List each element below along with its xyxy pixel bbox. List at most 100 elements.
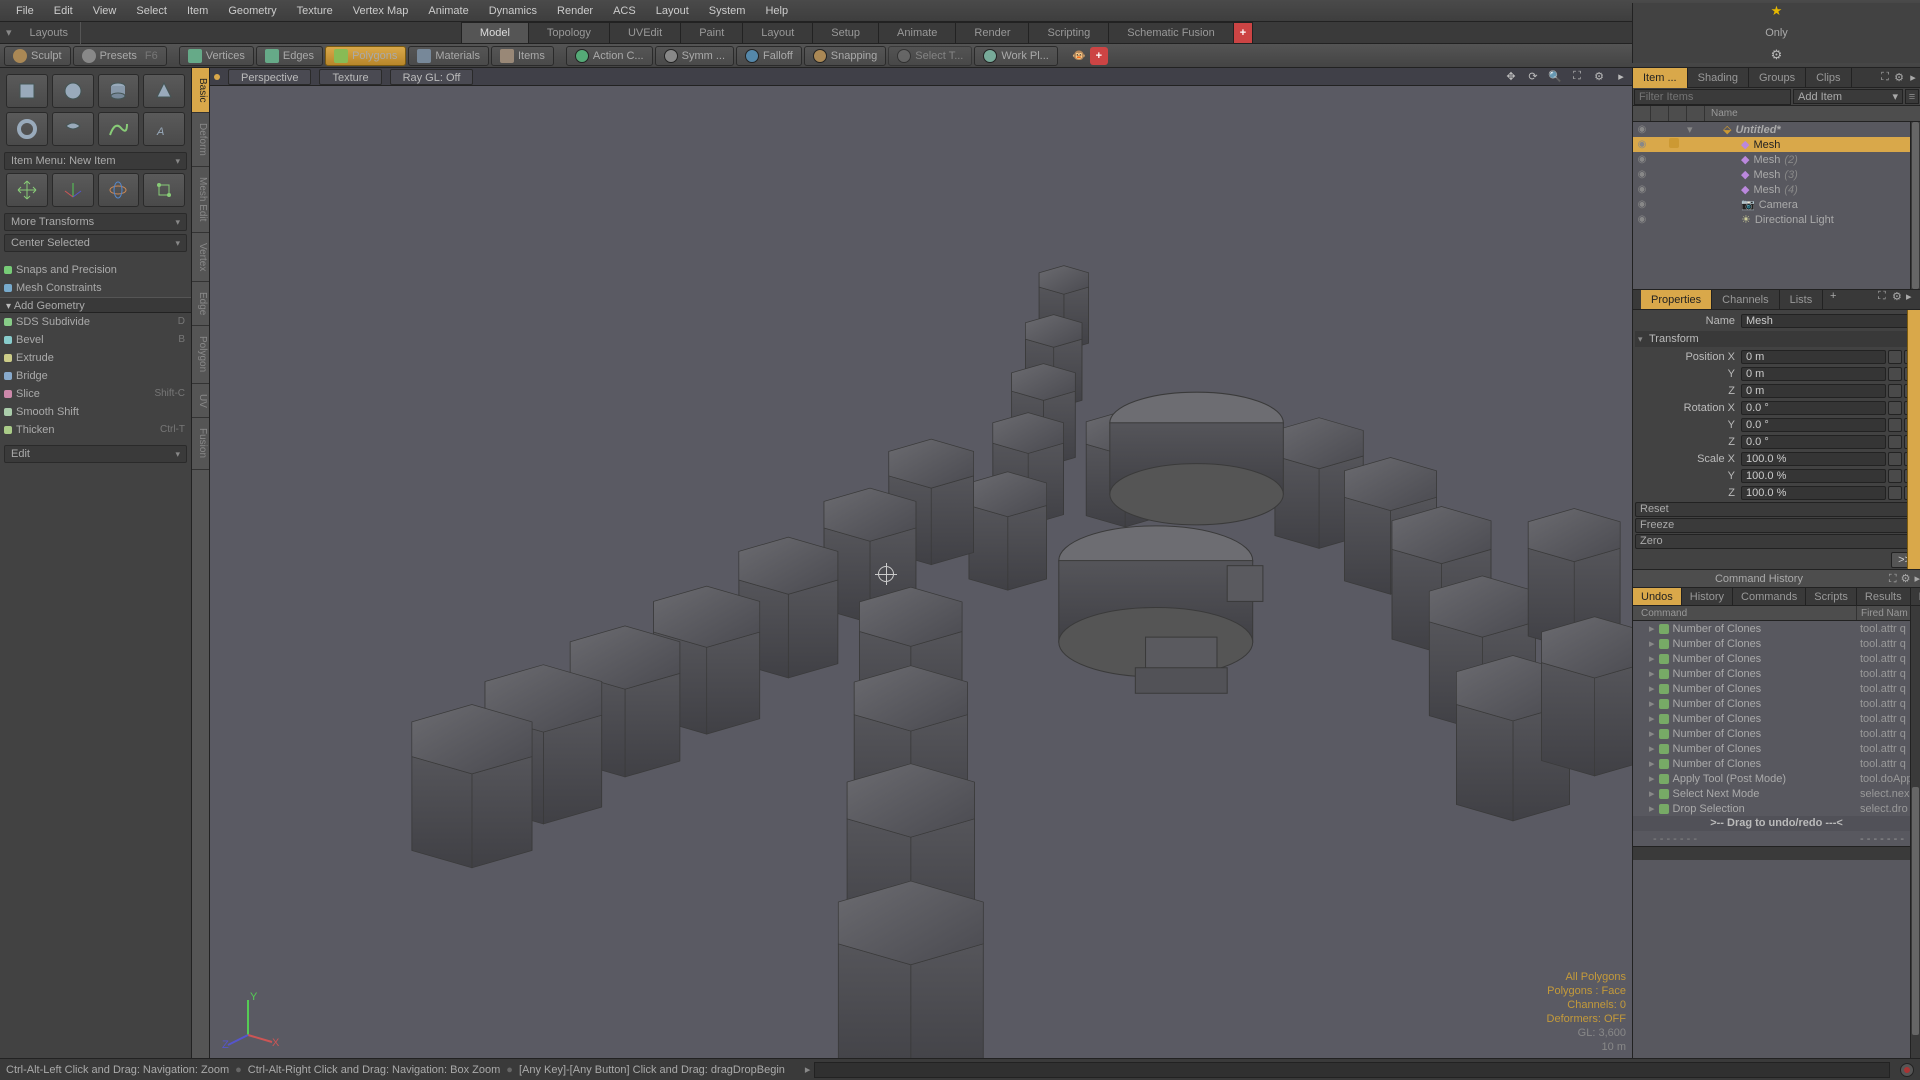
vtab-polygon[interactable]: Polygon [192,326,209,383]
viewport-move-icon[interactable]: ✥ [1504,70,1518,84]
tree-item[interactable]: ◉▾⬙Untitled* [1633,122,1920,137]
presets-button[interactable]: PresetsF6 [73,46,167,66]
prop-value-input[interactable]: 0 m [1741,367,1886,381]
menu-geometry[interactable]: Geometry [218,0,286,22]
axis-gizmo[interactable]: Y X Z [220,990,280,1050]
workplane-button[interactable]: Work Pl... [974,46,1057,66]
vtab-uv[interactable]: UV [192,384,209,419]
history-row[interactable]: ▸Number of Clonestool.attr q [1633,666,1920,681]
prim-torus-button[interactable] [6,112,48,146]
visibility-icon[interactable]: ◉ [1633,154,1651,165]
layout-tab-render[interactable]: Render [955,22,1029,43]
menu-select[interactable]: Select [126,0,177,22]
undos-tab[interactable]: Undos [1633,588,1682,605]
props-add-tab[interactable]: + [1823,290,1843,309]
viewport-menu-icon[interactable]: ▸ [1614,70,1628,84]
op-thicken[interactable]: ThickenCtrl-T [0,421,191,439]
layout-tab-uvedit[interactable]: UVEdit [609,22,681,43]
f-tab[interactable]: F [1911,588,1920,605]
transform-header[interactable]: Transform [1635,331,1918,347]
prop-value-input[interactable]: 100.0 % [1741,469,1886,483]
history-row[interactable]: ▸Apply Tool (Post Mode)tool.doApp [1633,771,1920,786]
prim-cylinder-button[interactable] [98,74,140,108]
history-row[interactable]: ▸Number of Clonestool.attr q [1633,726,1920,741]
hist-max-icon[interactable]: ⛶ [1889,570,1897,588]
record-icon[interactable] [1900,1063,1914,1077]
prop-value-input[interactable]: 0.0 ° [1741,401,1886,415]
layout-tab-layout[interactable]: Layout [742,22,813,43]
visibility-icon[interactable]: ◉ [1633,124,1651,135]
item-menu-dropdown[interactable]: Item Menu: New Item [4,152,187,170]
transform-axis-button[interactable] [52,173,94,207]
history-row[interactable]: ▸Number of Clonestool.attr q [1633,696,1920,711]
layouts-label[interactable]: Layouts [18,22,82,44]
props-max-icon[interactable]: ⛶ [1878,290,1892,309]
prop-spinner[interactable] [1888,384,1902,398]
freeze-dropdown[interactable]: Freeze [1635,518,1918,533]
transform-rotate-button[interactable] [98,173,140,207]
edges-mode[interactable]: Edges [256,46,323,66]
visibility-icon[interactable]: ◉ [1633,199,1651,210]
filter-options-icon[interactable]: ≡ [1905,89,1919,104]
visibility-icon[interactable]: ◉ [1633,184,1651,195]
hist-menu-icon[interactable]: ▸ [1914,570,1920,588]
properties-tab[interactable]: Properties [1641,290,1712,309]
prop-spinner[interactable] [1888,486,1902,500]
snaps-precision-item[interactable]: Snaps and Precision [0,261,191,279]
only-label[interactable]: Only [1765,27,1788,39]
menu-system[interactable]: System [699,0,756,22]
results-tab[interactable]: Results [1857,588,1911,605]
menu-view[interactable]: View [83,0,127,22]
menu-item[interactable]: Item [177,0,218,22]
layout-tab-paint[interactable]: Paint [680,22,743,43]
prim-text-button[interactable]: A [143,112,185,146]
panel-menu-icon[interactable]: ▸ [1906,71,1920,84]
panel-max-icon[interactable]: ⛶ [1878,71,1892,84]
prim-sphere-button[interactable] [52,74,94,108]
center-selected-dropdown[interactable]: Center Selected [4,234,187,252]
name-input[interactable] [1741,314,1918,328]
visibility-icon[interactable]: ◉ [1633,214,1651,225]
mesh-constraints-item[interactable]: Mesh Constraints [0,279,191,297]
history-row[interactable]: ▸Number of Clonestool.attr q [1633,651,1920,666]
layout-tab-setup[interactable]: Setup [812,22,879,43]
layout-tab-animate[interactable]: Animate [878,22,956,43]
op-sds-subdivide[interactable]: SDS SubdivideD [0,313,191,331]
prim-cone-button[interactable] [143,74,185,108]
polygons-mode[interactable]: Polygons [325,46,406,66]
prim-curve-button[interactable] [98,112,140,146]
viewport-maximize-icon[interactable]: ⛶ [1570,70,1584,84]
channels-tab[interactable]: Channels [1712,290,1779,309]
history-row[interactable]: ▸Number of Clonestool.attr q [1633,636,1920,651]
prim-cube-button[interactable] [6,74,48,108]
menu-vertexmap[interactable]: Vertex Map [343,0,419,22]
viewport-gear-icon[interactable]: ⚙ [1592,70,1606,84]
add-item-dropdown[interactable]: Add Item▾ [1793,89,1903,104]
menu-texture[interactable]: Texture [287,0,343,22]
clips-tab[interactable]: Clips [1806,68,1851,88]
op-bridge[interactable]: Bridge [0,367,191,385]
prop-spinner[interactable] [1888,367,1902,381]
prop-spinner[interactable] [1888,350,1902,364]
vtab-meshedit[interactable]: Mesh Edit [192,167,209,232]
viewport-raygl-tab[interactable]: Ray GL: Off [390,69,474,85]
3d-viewport[interactable]: Perspective Texture Ray GL: Off ✥ ⟳ 🔍 ⛶ … [210,68,1632,1058]
snapping-button[interactable]: Snapping [804,46,887,66]
command-input[interactable] [814,1062,1890,1078]
tree-item[interactable]: ◉◆Mesh(3) [1633,167,1920,182]
lists-tab[interactable]: Lists [1780,290,1824,309]
more-transforms-dropdown[interactable]: More Transforms [4,213,187,231]
prop-spinner[interactable] [1888,401,1902,415]
menu-help[interactable]: Help [755,0,798,22]
vertices-mode[interactable]: Vertices [179,46,254,66]
visibility-icon[interactable]: ◉ [1633,139,1651,150]
tree-item[interactable]: ◉☀Directional Light [1633,212,1920,227]
scripts-tab[interactable]: Scripts [1806,588,1857,605]
prop-value-input[interactable]: 100.0 % [1741,486,1886,500]
history-row[interactable]: ▸Number of Clonestool.attr q [1633,756,1920,771]
hist-gear-icon[interactable]: ⚙ [1901,570,1911,588]
layout-tab-model[interactable]: Model [461,22,529,43]
tree-item[interactable]: ◉◆Mesh(2) [1633,152,1920,167]
menu-animate[interactable]: Animate [418,0,478,22]
layout-tab-add[interactable]: + [1233,22,1253,43]
